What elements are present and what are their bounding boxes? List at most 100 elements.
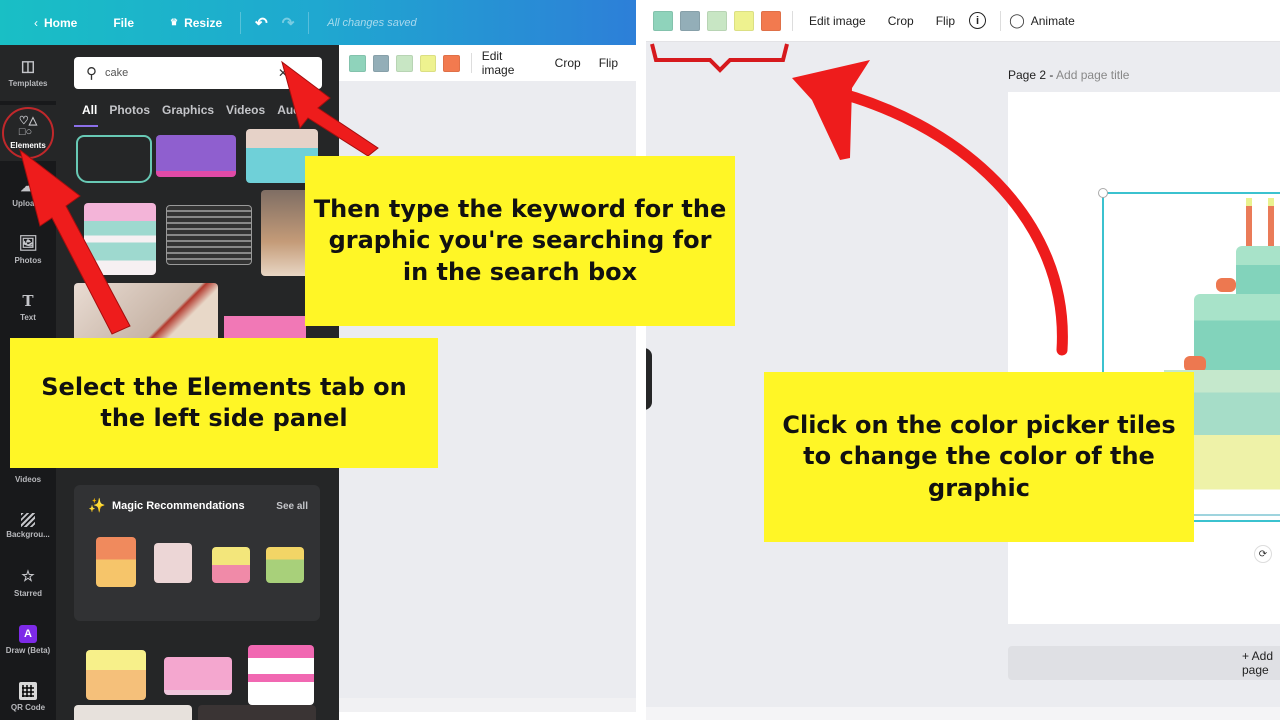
- color-swatch-1[interactable]: [653, 10, 673, 31]
- result-outline-cake[interactable]: [76, 135, 152, 183]
- animate-button[interactable]: Animate: [1031, 14, 1075, 28]
- edit-image-button[interactable]: Edit image: [809, 14, 866, 28]
- flip-button[interactable]: Flip: [599, 56, 618, 70]
- page-label: Page 2 - Add page title: [1008, 68, 1130, 82]
- rec-green-cake[interactable]: [266, 547, 304, 583]
- rotate-icon[interactable]: ⟳: [1254, 545, 1272, 563]
- tab-all[interactable]: All: [82, 103, 97, 117]
- bottom-bar: [339, 712, 636, 720]
- color-swatch-3[interactable]: [396, 54, 413, 72]
- rail-item-draw[interactable]: A Draw (Beta): [0, 612, 56, 668]
- callout-color: Click on the color picker tiles to chang…: [764, 372, 1194, 542]
- color-swatch-3[interactable]: [707, 10, 727, 31]
- candle: [1246, 198, 1252, 246]
- crop-button[interactable]: Crop: [888, 14, 914, 28]
- tab-graphics[interactable]: Graphics: [162, 103, 214, 117]
- qr-code-icon: [19, 682, 37, 700]
- rail-item-photos[interactable]: 🖼 Photos: [0, 222, 56, 278]
- edit-image-button[interactable]: Edit image: [482, 49, 537, 77]
- color-swatch-4[interactable]: [734, 10, 754, 31]
- draw-icon: A: [19, 625, 37, 643]
- panel-tabs: All Photos Graphics Videos Audio: [82, 103, 311, 117]
- color-swatch-5[interactable]: [443, 54, 460, 72]
- search-input[interactable]: [105, 67, 265, 79]
- tab-photos[interactable]: Photos: [109, 103, 150, 117]
- candle: [1268, 198, 1274, 246]
- chevron-left-icon: ‹: [34, 15, 38, 30]
- rail-item-backgrounds[interactable]: Backgrou...: [0, 498, 56, 554]
- search-icon: ⚲: [86, 65, 97, 82]
- result-purple-cake[interactable]: [156, 135, 236, 177]
- redo-button[interactable]: ↷: [282, 14, 295, 32]
- cherry: [1216, 278, 1236, 292]
- text-icon: T: [22, 292, 34, 310]
- divider: [308, 11, 310, 34]
- design-page[interactable]: ⟳: [1008, 92, 1280, 624]
- rail-item-qr-code[interactable]: QR Code: [0, 669, 56, 720]
- color-swatch-1[interactable]: [349, 54, 366, 72]
- active-tab-indicator: [74, 125, 98, 127]
- result-cake-photo[interactable]: [261, 190, 309, 276]
- editor-topbar: ‹ Home File ♛ Resize ↶ ↷ All changes sav…: [0, 0, 636, 45]
- result-photo-bottom-1[interactable]: [74, 705, 192, 720]
- info-icon[interactable]: i: [969, 12, 987, 29]
- flip-button[interactable]: Flip: [936, 14, 955, 28]
- divider: [470, 53, 472, 73]
- photos-icon: 🖼: [18, 235, 38, 252]
- home-button[interactable]: ‹ Home: [14, 16, 77, 30]
- color-swatch-4[interactable]: [419, 54, 437, 72]
- result-pink-tier-cake[interactable]: [248, 645, 314, 705]
- horizontal-scrollbar[interactable]: [339, 698, 636, 712]
- bottom-bar: [646, 707, 1280, 720]
- result-photo-bottom-2[interactable]: [198, 705, 316, 720]
- rail-item-starred[interactable]: ☆ Starred: [0, 555, 56, 611]
- magic-recommendations: ✨ Magic Recommendations See all: [74, 485, 320, 621]
- rec-white-cake[interactable]: [154, 543, 192, 583]
- color-swatch-2[interactable]: [680, 10, 700, 31]
- rail-item-text[interactable]: T Text: [0, 279, 56, 335]
- templates-icon: ◫: [20, 58, 36, 75]
- divider: [792, 10, 793, 31]
- panel-collapse-handle[interactable]: [646, 348, 652, 410]
- cake-top-tier: [1236, 246, 1280, 294]
- upload-icon: ☁: [20, 178, 36, 195]
- result-yellow-cake[interactable]: [86, 650, 146, 700]
- star-icon: ☆: [21, 568, 35, 585]
- color-swatch-2[interactable]: [372, 54, 390, 72]
- page-title-input[interactable]: Add page title: [1056, 68, 1129, 82]
- divider: [1000, 10, 1002, 31]
- animate-icon: ◯: [1009, 12, 1025, 28]
- tab-videos[interactable]: Videos: [226, 103, 265, 117]
- context-toolbar: Edit image Crop Flip i ◯ Animate: [646, 0, 1280, 42]
- background-icon: [21, 513, 35, 527]
- crown-icon: ♛: [170, 17, 179, 27]
- crop-button[interactable]: Crop: [555, 56, 581, 70]
- screenshot-divider: [636, 0, 646, 720]
- file-menu[interactable]: File: [107, 16, 134, 30]
- rec-orange-cake[interactable]: [96, 537, 136, 587]
- highlight-circle: [2, 107, 54, 159]
- undo-button[interactable]: ↶: [255, 14, 268, 32]
- color-swatch-5[interactable]: [761, 10, 781, 31]
- resize-button[interactable]: ♛ Resize: [164, 16, 222, 30]
- result-heart-cake[interactable]: [164, 657, 232, 695]
- divider: [240, 11, 242, 34]
- result-sketch-slice[interactable]: [166, 205, 252, 265]
- right-screenshot: Edit image Crop Flip i ◯ Animate Page 2 …: [646, 0, 1280, 720]
- cake-middle-tier: [1194, 294, 1280, 370]
- context-toolbar: Edit image Crop Flip: [339, 45, 636, 81]
- rail-item-templates[interactable]: ◫ Templates: [0, 45, 56, 101]
- add-page-button[interactable]: + Add page: [1008, 646, 1280, 680]
- clear-icon[interactable]: ✕: [278, 66, 288, 80]
- result-pink-layer-cake[interactable]: [84, 203, 156, 275]
- tab-audio[interactable]: Audio: [277, 103, 311, 117]
- sparkle-icon: ✨: [88, 497, 106, 513]
- callout-search: Then type the keyword for the graphic yo…: [305, 156, 735, 326]
- callout-elements: Select the Elements tab on the left side…: [10, 338, 438, 468]
- resize-handle[interactable]: [1098, 188, 1108, 198]
- rail-item-uploads[interactable]: ☁ Uploads: [0, 165, 56, 221]
- rec-yellow-pink-cake[interactable]: [212, 547, 250, 583]
- save-status: All changes saved: [327, 16, 417, 29]
- search-box[interactable]: ⚲ ✕: [74, 57, 322, 89]
- see-all-link[interactable]: See all: [276, 501, 308, 512]
